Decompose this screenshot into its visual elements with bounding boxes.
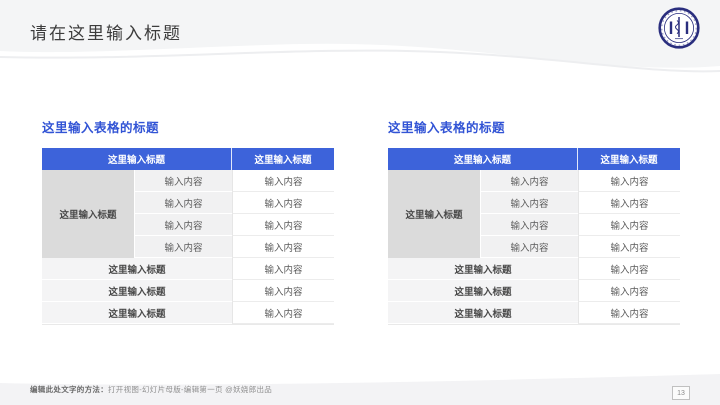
table-cell[interactable]: 输入内容 [480,214,578,236]
table-cell[interactable]: 输入内容 [232,280,334,302]
table-cell[interactable]: 输入内容 [578,192,680,214]
table-cell[interactable]: 输入内容 [578,258,680,280]
table-title[interactable]: 这里输入表格的标题 [388,117,680,136]
table-cell[interactable]: 输入内容 [232,258,334,280]
table-header-cell[interactable]: 这里输入标题 [388,148,578,170]
summary-label-cell[interactable]: 这里输入标题 [388,280,578,302]
table-cell[interactable]: 输入内容 [134,192,232,214]
presentation-slide: 请在这里输入标题 这里输入表格的标题 这里输入标题 这里输入标题 这里输入标题 … [0,0,720,405]
table-cell[interactable]: 输入内容 [134,236,232,258]
table-header-cell[interactable]: 这里输入标题 [42,148,232,170]
table-cell[interactable]: 输入内容 [232,214,334,236]
footer-note-lead: 编辑此处文字的方法： [30,385,108,394]
table-header-cell[interactable]: 这里输入标题 [578,148,680,170]
table-cell[interactable]: 输入内容 [232,170,334,192]
summary-label-cell[interactable]: 这里输入标题 [42,280,232,302]
summary-label-cell[interactable]: 这里输入标题 [388,258,578,280]
summary-label-cell[interactable]: 这里输入标题 [388,302,578,324]
table-section-left: 这里输入表格的标题 这里输入标题 这里输入标题 这里输入标题 输入内容 输入内容… [42,117,334,325]
table-cell[interactable]: 输入内容 [480,192,578,214]
footer-note-text: 打开视图-幻灯片母版-编辑第一页 @妖娆郎出品 [108,385,273,394]
row-group-label-cell[interactable]: 这里输入标题 [388,170,480,258]
university-emblem-logo-icon [658,7,700,49]
data-table: 这里输入标题 这里输入标题 这里输入标题 输入内容 输入内容 输入内容 输入内容… [42,148,334,325]
top-wave-decoration [0,0,720,73]
footer-note: 编辑此处文字的方法：打开视图-幻灯片母版-编辑第一页 @妖娆郎出品 [30,384,272,395]
table-section-right: 这里输入表格的标题 这里输入标题 这里输入标题 这里输入标题 输入内容 输入内容… [388,117,680,325]
summary-label-cell[interactable]: 这里输入标题 [42,258,232,280]
table-title[interactable]: 这里输入表格的标题 [42,117,334,136]
table-cell[interactable]: 输入内容 [578,236,680,258]
table-cell[interactable]: 输入内容 [578,302,680,324]
table-header-cell[interactable]: 这里输入标题 [232,148,334,170]
table-cell[interactable]: 输入内容 [134,214,232,236]
summary-label-cell[interactable]: 这里输入标题 [42,302,232,324]
table-cell[interactable]: 输入内容 [480,236,578,258]
table-cell[interactable]: 输入内容 [232,192,334,214]
data-table: 这里输入标题 这里输入标题 这里输入标题 输入内容 输入内容 输入内容 输入内容… [388,148,680,325]
table-cell[interactable]: 输入内容 [134,170,232,192]
table-cell[interactable]: 输入内容 [578,214,680,236]
table-cell[interactable]: 输入内容 [480,170,578,192]
table-cell[interactable]: 输入内容 [578,170,680,192]
page-number-badge: 13 [672,386,690,400]
table-cell[interactable]: 输入内容 [232,236,334,258]
table-cell[interactable]: 输入内容 [578,280,680,302]
row-group-label-cell[interactable]: 这里输入标题 [42,170,134,258]
slide-title[interactable]: 请在这里输入标题 [30,19,182,44]
table-cell[interactable]: 输入内容 [232,302,334,324]
